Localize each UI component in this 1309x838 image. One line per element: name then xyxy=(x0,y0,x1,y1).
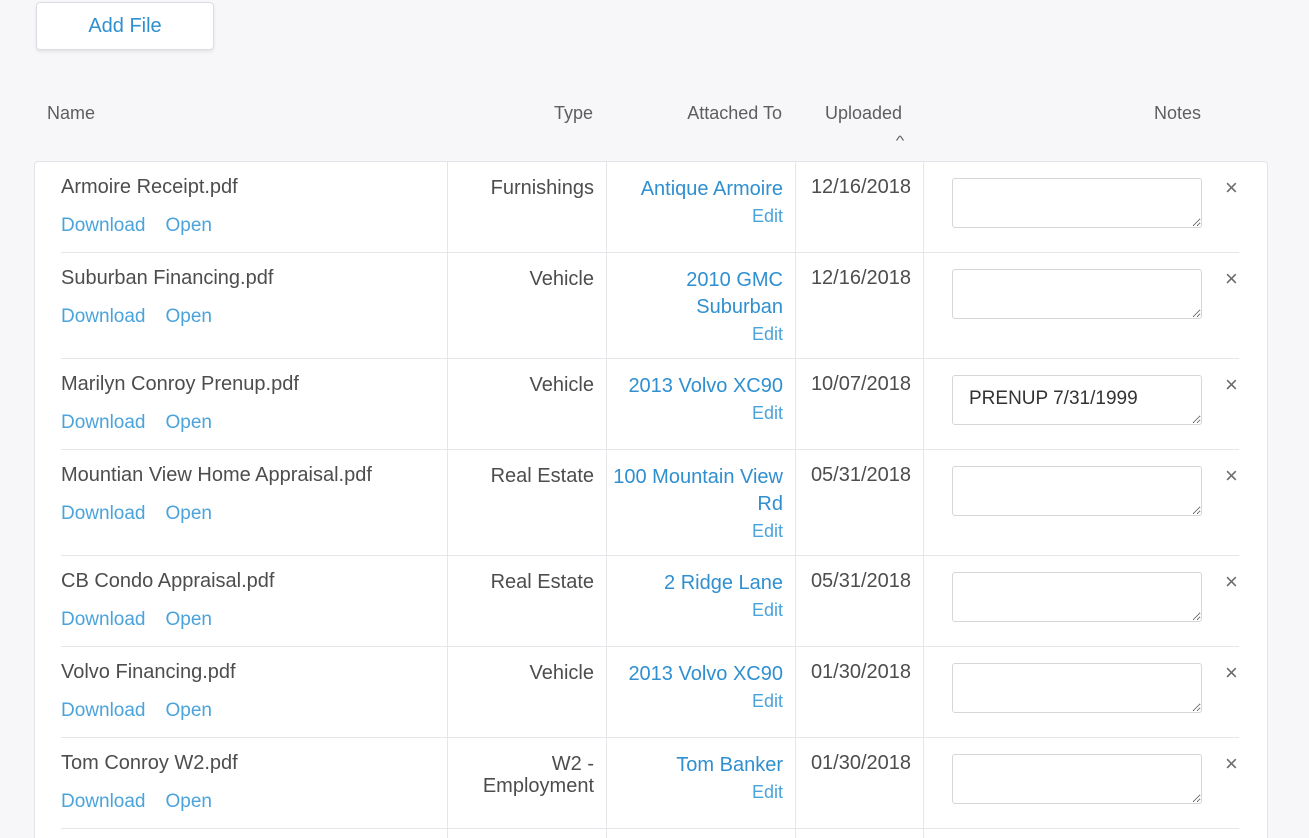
attached-to-cell: 2010 GMC Suburban Edit xyxy=(609,267,783,347)
attached-to-link[interactable]: 2013 Volvo XC90 xyxy=(609,661,783,688)
attached-to-cell: 2013 Volvo XC90 Edit xyxy=(609,661,783,714)
column-header-attached-to[interactable]: Attached To xyxy=(610,103,782,124)
notes-field[interactable] xyxy=(952,663,1202,713)
sort-ascending-icon[interactable]: ^ xyxy=(887,133,912,148)
attached-to-link[interactable]: 2013 Volvo XC90 xyxy=(609,373,783,400)
uploaded-date: 01/30/2018 xyxy=(810,752,912,774)
table-row: Armoire Receipt.pdf Download Open Furnishin… xyxy=(35,162,1267,253)
attached-to-cell: 2 Ridge Lane Edit xyxy=(609,570,783,623)
download-link[interactable]: Download xyxy=(61,306,146,327)
files-page: Add File Name Type Attached To Uploaded … xyxy=(0,0,1309,838)
table-row: Tom Conroy W2.pdf Download Open W2 - Employ… xyxy=(35,738,1267,829)
open-link[interactable]: Open xyxy=(166,700,212,721)
open-link[interactable]: Open xyxy=(166,503,212,524)
notes-field[interactable]: PRENUP 7/31/1999 xyxy=(952,375,1202,425)
table-row: Volvo Financing.pdf Download Open Vehicle 20… xyxy=(35,647,1267,738)
download-link[interactable]: Download xyxy=(61,700,146,721)
attached-to-link[interactable]: 100 Mountain View Rd xyxy=(609,464,783,518)
delete-icon[interactable]: × xyxy=(1225,464,1238,488)
notes-field[interactable] xyxy=(952,178,1202,228)
edit-attachment-link[interactable]: Edit xyxy=(609,597,783,623)
file-actions: Download Open xyxy=(61,503,212,525)
open-link[interactable]: Open xyxy=(166,791,212,812)
column-header-type[interactable]: Type xyxy=(450,103,593,124)
table-row: Marilyn Conroy Prenup.pdf Download Open Veh… xyxy=(35,359,1267,450)
file-name: Marilyn Conroy Prenup.pdf xyxy=(61,373,299,395)
delete-icon[interactable]: × xyxy=(1225,752,1238,776)
edit-attachment-link[interactable]: Edit xyxy=(609,518,783,544)
uploaded-date: 01/30/2018 xyxy=(810,661,912,683)
file-type: Furnishings xyxy=(490,177,594,199)
table-row: CB Condo Appraisal.pdf Download Open Real E… xyxy=(35,556,1267,647)
attached-to-cell: Antique Armoire Edit xyxy=(609,176,783,229)
edit-attachment-link[interactable]: Edit xyxy=(609,779,783,805)
attached-to-link[interactable]: Tom Banker xyxy=(609,752,783,779)
open-link[interactable]: Open xyxy=(166,215,212,236)
file-actions: Download Open xyxy=(61,791,212,813)
edit-attachment-link[interactable]: Edit xyxy=(609,203,783,229)
file-actions: Download Open xyxy=(61,609,212,631)
download-link[interactable]: Download xyxy=(61,412,146,433)
file-name: Suburban Financing.pdf xyxy=(61,267,274,289)
uploaded-date: 10/07/2018 xyxy=(810,373,912,395)
delete-icon[interactable]: × xyxy=(1225,570,1238,594)
file-actions: Download Open xyxy=(61,412,212,434)
file-type: Real Estate xyxy=(490,571,594,593)
column-header-notes: Notes xyxy=(1153,103,1201,123)
attached-to-link[interactable]: 2010 GMC Suburban xyxy=(609,267,783,321)
download-link[interactable]: Download xyxy=(61,609,146,630)
uploaded-date: 05/31/2018 xyxy=(810,570,912,592)
attached-to-cell: Tom Banker Edit xyxy=(609,752,783,805)
file-actions: Download Open xyxy=(61,215,212,237)
download-link[interactable]: Download xyxy=(61,503,146,524)
attached-to-cell: 2013 Volvo XC90 Edit xyxy=(609,373,783,426)
open-link[interactable]: Open xyxy=(166,306,212,327)
row-divider xyxy=(61,828,1239,829)
open-link[interactable]: Open xyxy=(166,609,212,630)
column-header-name[interactable]: Name xyxy=(47,103,95,124)
file-name: Mountian View Home Appraisal.pdf xyxy=(61,464,372,486)
attached-to-link[interactable]: 2 Ridge Lane xyxy=(609,570,783,597)
file-type: Real Estate xyxy=(490,465,594,487)
files-table: Armoire Receipt.pdf Download Open Furnishin… xyxy=(34,161,1268,838)
file-type: Vehicle xyxy=(529,662,595,684)
attached-to-link[interactable]: Antique Armoire xyxy=(609,176,783,203)
open-link[interactable]: Open xyxy=(166,412,212,433)
file-actions: Download Open xyxy=(61,306,212,328)
notes-field[interactable] xyxy=(952,754,1202,804)
notes-field[interactable] xyxy=(952,269,1202,319)
table-row: Mountian View Home Appraisal.pdf Download… xyxy=(35,450,1267,556)
notes-field[interactable] xyxy=(952,466,1202,516)
file-name: Tom Conroy W2.pdf xyxy=(61,752,238,774)
file-name: CB Condo Appraisal.pdf xyxy=(61,570,275,592)
file-actions: Download Open xyxy=(61,700,212,722)
uploaded-date: 12/16/2018 xyxy=(810,267,912,289)
file-name: Volvo Financing.pdf xyxy=(61,661,236,683)
edit-attachment-link[interactable]: Edit xyxy=(609,321,783,347)
attached-to-cell: 100 Mountain View Rd Edit xyxy=(609,464,783,544)
uploaded-date: 12/16/2018 xyxy=(810,176,912,198)
delete-icon[interactable]: × xyxy=(1225,373,1238,397)
file-name: Armoire Receipt.pdf xyxy=(61,176,238,198)
column-header-uploaded[interactable]: Uploaded xyxy=(805,103,922,124)
file-type: Vehicle xyxy=(529,374,595,396)
add-file-button[interactable]: Add File xyxy=(36,2,214,50)
delete-icon[interactable]: × xyxy=(1225,176,1238,200)
download-link[interactable]: Download xyxy=(61,215,146,236)
file-type: W2 - Employment xyxy=(482,753,594,797)
file-type: Vehicle xyxy=(529,268,595,290)
table-row: Suburban Financing.pdf Download Open Vehicl… xyxy=(35,253,1267,359)
edit-attachment-link[interactable]: Edit xyxy=(609,688,783,714)
uploaded-date: 05/31/2018 xyxy=(810,464,912,486)
delete-icon[interactable]: × xyxy=(1225,267,1238,291)
delete-icon[interactable]: × xyxy=(1225,661,1238,685)
edit-attachment-link[interactable]: Edit xyxy=(609,400,783,426)
notes-field[interactable] xyxy=(952,572,1202,622)
download-link[interactable]: Download xyxy=(61,791,146,812)
